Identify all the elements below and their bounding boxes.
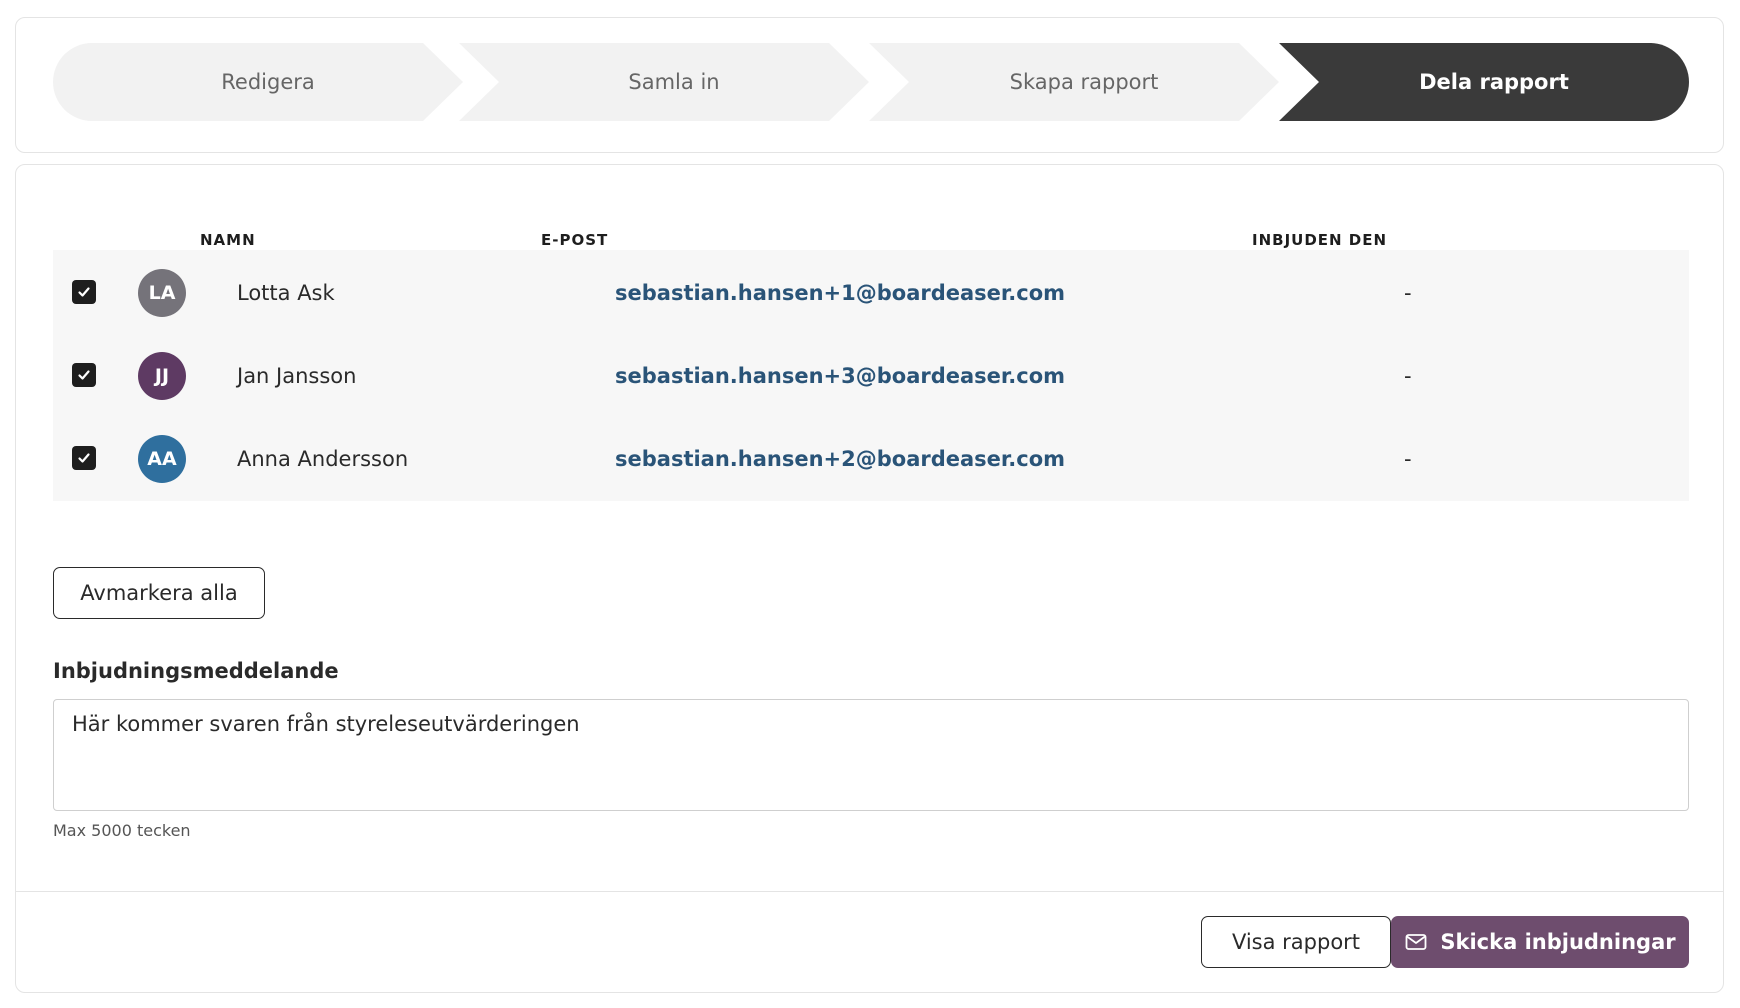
step-create-report[interactable]: Skapa rapport <box>869 43 1279 121</box>
invitation-message-textarea[interactable]: Här kommer svaren från styreleseutvärder… <box>53 699 1689 811</box>
step-edit[interactable]: Redigera <box>53 43 463 121</box>
avatar-initials: AA <box>147 448 177 470</box>
table-row: AA Anna Andersson sebastian.hansen+2@boa… <box>53 416 1689 501</box>
step-collect[interactable]: Samla in <box>459 43 869 121</box>
deselect-all-button[interactable]: Avmarkera alla <box>53 567 265 619</box>
invitation-message-label: Inbjudningsmeddelande <box>53 659 339 683</box>
member-name: Lotta Ask <box>237 280 335 305</box>
member-name: Anna Andersson <box>237 446 409 471</box>
avatar: AA <box>138 435 186 483</box>
invited-date: - <box>1404 446 1412 471</box>
invited-date: - <box>1404 363 1412 388</box>
step-create-report-label: Skapa rapport <box>1009 70 1159 94</box>
character-limit-hint: Max 5000 tecken <box>53 821 191 840</box>
column-header-invited: INBJUDEN DEN <box>1252 231 1388 249</box>
avatar: JJ <box>138 352 186 400</box>
member-name: Jan Jansson <box>237 363 357 388</box>
check-icon <box>78 453 90 463</box>
footer-divider <box>16 891 1723 892</box>
stepper: Redigera Samla in Skapa rapport Dela rap… <box>53 43 1689 121</box>
step-share-report[interactable]: Dela rapport <box>1279 43 1689 121</box>
send-invitations-button[interactable]: Skicka inbjudningar <box>1391 916 1689 968</box>
column-header-name: NAMN <box>200 231 256 249</box>
step-collect-label: Samla in <box>628 70 720 94</box>
avatar-initials: JJ <box>154 365 170 387</box>
row-checkbox[interactable] <box>72 446 96 470</box>
member-email-link[interactable]: sebastian.hansen+3@boardeaser.com <box>615 333 1065 418</box>
view-report-button[interactable]: Visa rapport <box>1201 916 1391 968</box>
avatar: LA <box>138 269 186 317</box>
row-checkbox[interactable] <box>72 363 96 387</box>
share-report-card: NAMN E-POST INBJUDEN DEN LA Lotta Ask se… <box>15 164 1724 993</box>
avatar-initials: LA <box>148 282 176 304</box>
check-icon <box>78 370 90 380</box>
row-checkbox[interactable] <box>72 280 96 304</box>
step-share-report-label: Dela rapport <box>1419 70 1569 94</box>
member-email-link[interactable]: sebastian.hansen+2@boardeaser.com <box>615 416 1065 501</box>
invited-date: - <box>1404 280 1412 305</box>
send-invitations-label: Skicka inbjudningar <box>1440 930 1676 954</box>
check-icon <box>78 287 90 297</box>
column-header-email: E-POST <box>541 231 609 249</box>
member-email-link[interactable]: sebastian.hansen+1@boardeaser.com <box>615 250 1065 335</box>
table-row: LA Lotta Ask sebastian.hansen+1@boardeas… <box>53 250 1689 335</box>
stepper-card: Redigera Samla in Skapa rapport Dela rap… <box>15 17 1724 153</box>
table-row: JJ Jan Jansson sebastian.hansen+3@boarde… <box>53 333 1689 418</box>
mail-icon <box>1405 934 1427 950</box>
step-edit-label: Redigera <box>221 70 315 94</box>
